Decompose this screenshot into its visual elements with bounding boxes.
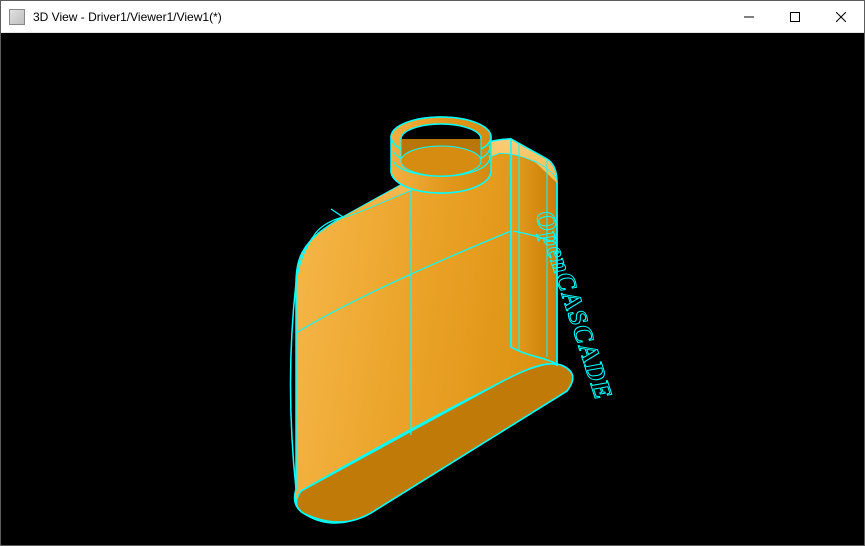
neck-inner-bottom xyxy=(401,146,481,176)
model-bottle: OpenCASCADE xyxy=(1,33,864,545)
maximize-button[interactable] xyxy=(772,1,818,33)
titlebar: 3D View - Driver1/Viewer1/View1(*) xyxy=(1,1,864,33)
viewport-3d[interactable]: OpenCASCADE xyxy=(1,33,864,545)
app-window: 3D View - Driver1/Viewer1/View1(*) xyxy=(0,0,865,546)
close-button[interactable] xyxy=(818,1,864,33)
maximize-icon xyxy=(790,12,800,22)
close-icon xyxy=(836,12,846,22)
window-title: 3D View - Driver1/Viewer1/View1(*) xyxy=(33,10,222,24)
app-icon xyxy=(9,9,25,25)
edge-shoulder-1 xyxy=(331,209,343,217)
minimize-icon xyxy=(744,12,754,22)
minimize-button[interactable] xyxy=(726,1,772,33)
